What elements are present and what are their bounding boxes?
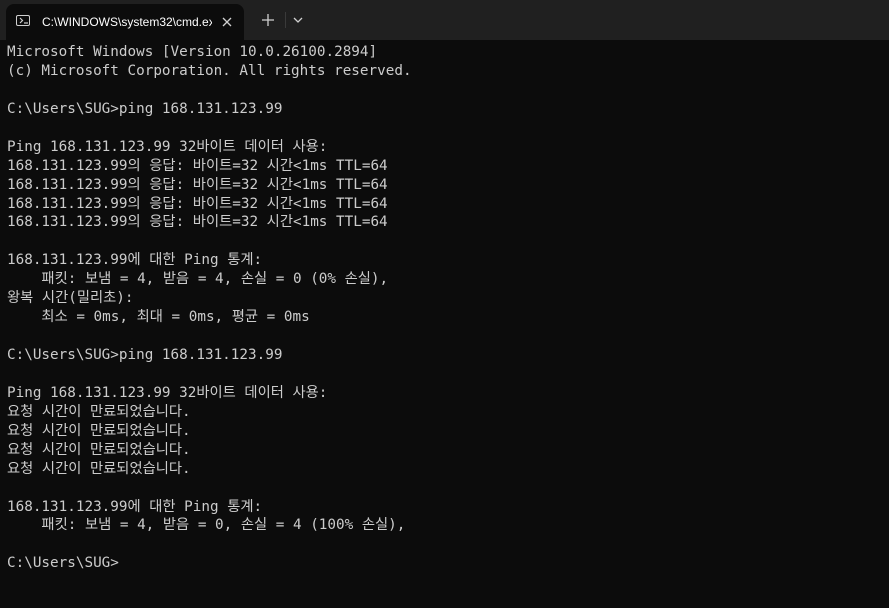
terminal-line: 패킷: 보냄 = 4, 받음 = 0, 손실 = 4 (100% 손실), [7,517,406,534]
terminal-line: 168.131.123.99의 응답: 바이트=32 시간<1ms TTL=64 [7,176,388,193]
terminal-line: 168.131.123.99의 응답: 바이트=32 시간<1ms TTL=64 [7,195,388,212]
terminal-line: 요청 시간이 만료되었습니다. [7,422,191,439]
terminal-line: 요청 시간이 만료되었습니다. [7,460,191,477]
terminal-line: 왕복 시간(밀리초): [7,290,134,307]
terminal-line: C:\Users\SUG> [7,555,119,572]
terminal-window: C:\WINDOWS\system32\cmd.exe Microsoft Wi… [0,0,889,608]
terminal-line: 패킷: 보냄 = 4, 받음 = 4, 손실 = 0 (0% 손실), [7,271,389,288]
terminal-line: Microsoft Windows [Version 10.0.26100.28… [7,44,378,60]
terminal-line: 168.131.123.99에 대한 Ping 통계: [7,498,263,515]
terminal-line: 요청 시간이 만료되었습니다. [7,441,191,458]
close-icon[interactable] [218,13,236,31]
terminal-line: 요청 시간이 만료되었습니다. [7,403,191,420]
terminal-line: (c) Microsoft Corporation. All rights re… [7,62,412,79]
tab-cmd[interactable]: C:\WINDOWS\system32\cmd.exe [6,4,244,40]
terminal-icon [16,15,30,26]
terminal-line: C:\Users\SUG>ping 168.131.123.99 [7,100,283,117]
terminal-output[interactable]: Microsoft Windows [Version 10.0.26100.28… [7,43,883,603]
chevron-down-icon[interactable] [288,10,308,30]
terminal-line: Ping 168.131.123.99 32바이트 데이터 사용: [7,138,328,155]
terminal-line: 168.131.123.99의 응답: 바이트=32 시간<1ms TTL=64 [7,214,388,231]
terminal-line: Ping 168.131.123.99 32바이트 데이터 사용: [7,384,328,401]
terminal-line: 최소 = 0ms, 최대 = 0ms, 평균 = 0ms [7,309,310,326]
terminal-line: C:\Users\SUG>ping 168.131.123.99 [7,347,283,363]
title-bar: C:\WINDOWS\system32\cmd.exe [0,0,889,40]
terminal-line: 168.131.123.99의 응답: 바이트=32 시간<1ms TTL=64 [7,157,388,174]
plus-icon[interactable] [258,10,278,30]
terminal-line: 168.131.123.99에 대한 Ping 통계: [7,252,263,269]
tab-separator [285,12,286,28]
tab-title: C:\WINDOWS\system32\cmd.exe [42,15,212,29]
